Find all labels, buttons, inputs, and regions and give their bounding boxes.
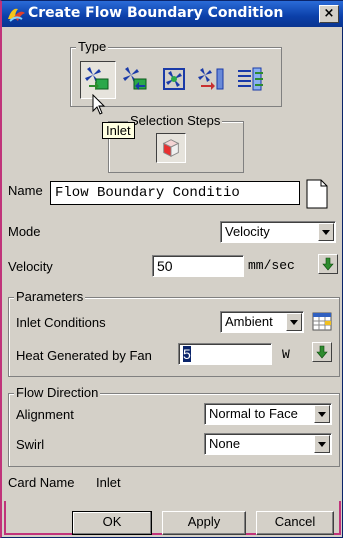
flow-direction-legend: Flow Direction <box>14 385 101 400</box>
table-button[interactable] <box>308 307 334 333</box>
velocity-label: Velocity <box>8 259 53 274</box>
arrow-down-icon <box>322 257 334 271</box>
heat-arrow-button[interactable] <box>312 342 332 362</box>
window-title: Create Flow Boundary Condition <box>28 5 284 21</box>
mode-select[interactable]: Velocity <box>220 221 336 243</box>
name-input[interactable]: Flow Boundary Conditio <box>50 181 300 205</box>
selection-steps-legend: Selection Steps <box>128 113 223 128</box>
chevron-down-icon[interactable] <box>314 405 330 423</box>
inlet-conditions-label: Inlet Conditions <box>16 315 106 330</box>
inlet-conditions-value: Ambient <box>225 314 273 329</box>
table-icon <box>312 312 332 331</box>
alignment-select[interactable]: Normal to Face <box>204 403 332 425</box>
type-opening-button[interactable] <box>232 61 268 99</box>
parameters-group <box>8 297 340 377</box>
close-button[interactable]: × <box>319 5 339 23</box>
swirl-label: Swirl <box>16 437 45 452</box>
velocity-input[interactable]: 50 <box>152 255 244 277</box>
card-name-label: Card Name <box>8 475 75 490</box>
inlet-conditions-select[interactable]: Ambient <box>220 311 304 333</box>
opening-icon <box>238 67 263 91</box>
type-vent-button[interactable] <box>194 61 230 99</box>
velocity-arrow-button[interactable] <box>318 254 338 274</box>
mode-label: Mode <box>8 224 41 239</box>
heat-input[interactable]: 5 <box>178 343 272 365</box>
chevron-down-icon[interactable] <box>318 223 334 241</box>
name-label: Name <box>8 183 43 198</box>
apply-button[interactable]: Apply <box>162 511 246 535</box>
swirl-select[interactable]: None <box>204 433 332 455</box>
arrow-down-icon <box>316 345 328 359</box>
heat-unit: W <box>282 347 290 362</box>
select-face-button[interactable] <box>156 133 186 163</box>
document-icon[interactable] <box>306 179 328 209</box>
chevron-down-icon[interactable] <box>286 313 302 331</box>
ok-button[interactable]: OK <box>72 511 152 535</box>
inlet-fan-icon <box>85 67 109 90</box>
tooltip-inlet: Inlet <box>102 122 135 139</box>
vent-icon <box>198 68 224 90</box>
dialog-window: Create Flow Boundary Condition × Type Se… <box>0 0 343 538</box>
cube-face-icon <box>162 139 180 157</box>
alignment-value: Normal to Face <box>209 406 298 421</box>
title-bar[interactable]: Create Flow Boundary Condition × <box>2 1 343 27</box>
outlet-fan-icon <box>123 67 147 90</box>
heat-label: Heat Generated by Fan <box>16 348 152 363</box>
mouse-cursor-icon <box>92 94 106 115</box>
alignment-label: Alignment <box>16 407 74 422</box>
velocity-unit: mm/sec <box>248 258 295 273</box>
app-logo-icon <box>8 8 25 22</box>
type-outlet-button[interactable] <box>118 61 154 99</box>
card-name-value: Inlet <box>96 475 121 490</box>
mode-value: Velocity <box>225 224 270 239</box>
heat-value: 5 <box>183 346 191 362</box>
cancel-button[interactable]: Cancel <box>256 511 334 535</box>
chevron-down-icon[interactable] <box>314 435 330 453</box>
type-legend: Type <box>76 39 109 54</box>
parameters-legend: Parameters <box>14 289 86 304</box>
internal-fan-icon <box>163 68 185 90</box>
swirl-value: None <box>209 436 241 451</box>
type-internal-fan-button[interactable] <box>156 61 192 99</box>
